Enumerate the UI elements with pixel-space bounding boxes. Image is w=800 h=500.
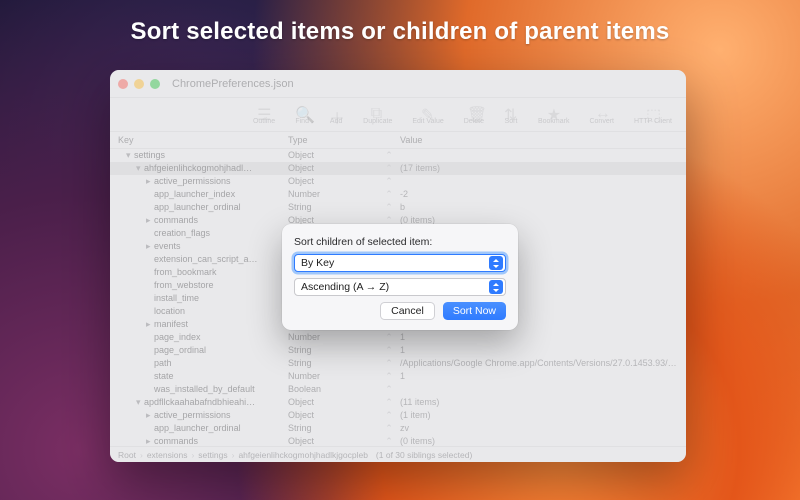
sort-order-picker[interactable]: Ascending (A → Z): [294, 278, 506, 296]
wallpaper: Sort selected items or children of paren…: [0, 0, 800, 500]
sort-dialog: Sort children of selected item: By Key A…: [282, 224, 518, 330]
sort-by-picker[interactable]: By Key: [294, 254, 506, 272]
stepper-arrows-icon[interactable]: [489, 280, 503, 294]
cancel-button[interactable]: Cancel: [380, 302, 435, 320]
sort-dialog-title: Sort children of selected item:: [294, 236, 506, 248]
sort-order-value: Ascending (A → Z): [301, 281, 389, 293]
stepper-arrows-icon[interactable]: [489, 256, 503, 270]
sort-by-value: By Key: [301, 257, 334, 269]
promo-headline: Sort selected items or children of paren…: [0, 18, 800, 46]
sort-now-button[interactable]: Sort Now: [443, 302, 506, 320]
